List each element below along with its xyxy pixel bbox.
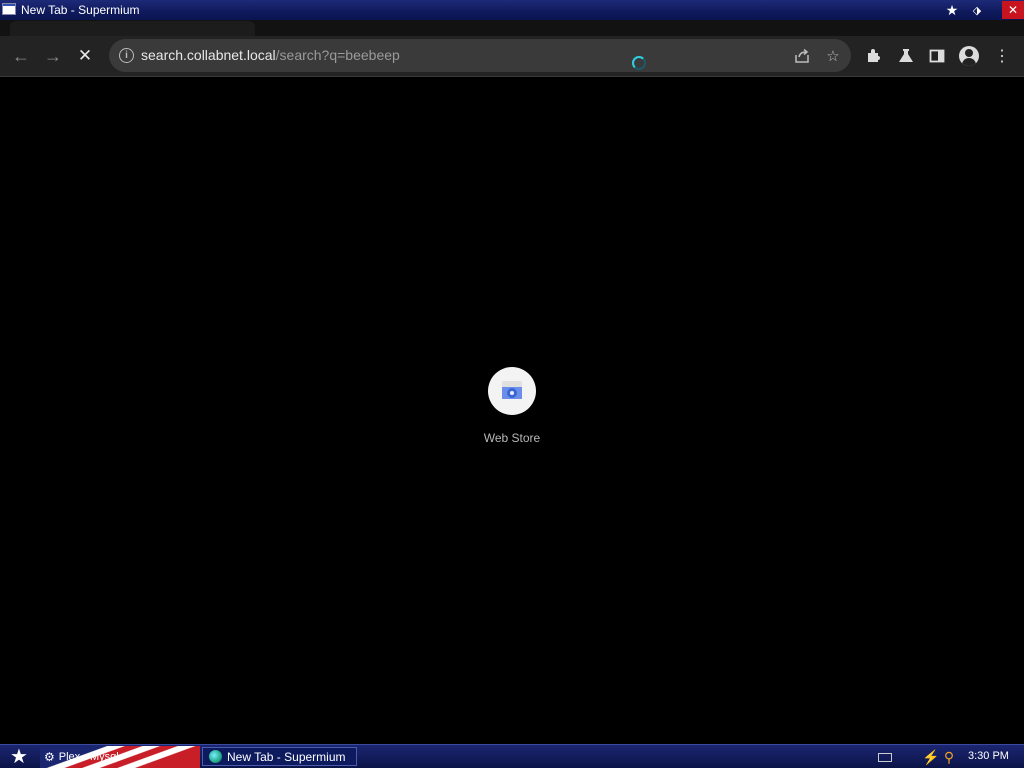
taskbar-item-supermium[interactable]: New Tab - Supermium (202, 747, 357, 766)
profile-button[interactable] (957, 44, 981, 68)
window-titlebar: New Tab - Supermium ★ ⬗ ✕ (0, 0, 1024, 20)
shortcut-label: Web Store (483, 431, 541, 445)
url-text[interactable]: search.collabnet.local/search?q=beebeep (141, 47, 400, 63)
labs-button[interactable] (894, 44, 918, 68)
shortcut-web-store[interactable]: Web Store (472, 367, 552, 445)
site-info-icon[interactable]: i (119, 48, 134, 63)
loading-spinner-icon (632, 56, 646, 70)
extensions-button[interactable] (862, 44, 886, 68)
account-circle-icon (959, 46, 979, 66)
network-icon[interactable]: ⚡ (922, 748, 939, 766)
clock[interactable]: 3:30 PM (968, 750, 1009, 762)
supermium-icon (209, 750, 222, 763)
browser-toolbar: ← → ✕ i search.collabnet.local/search?q=… (0, 36, 1024, 77)
url-path: /search?q=beebeep (275, 47, 400, 63)
os-taskbar: ★ ⚙ Plex - Mysql New Tab - Supermium ⚡ ⚲… (0, 744, 1024, 768)
arrow-right-icon: → (44, 45, 62, 66)
window-app-icon (2, 3, 16, 15)
taskbar-item-label: Plex - Mysql (58, 751, 119, 763)
new-tab-page: Web Store (0, 77, 1024, 744)
forward-button[interactable]: → (41, 44, 65, 68)
share-icon (795, 48, 809, 63)
back-button[interactable]: ← (9, 44, 33, 68)
flask-icon (899, 49, 913, 62)
bookmark-button[interactable]: ☆ (822, 45, 844, 67)
shortcut-tile[interactable] (488, 367, 536, 415)
restore-icon[interactable]: ⬗ (968, 1, 986, 19)
window-title: New Tab - Supermium (21, 3, 140, 17)
taskbar-item-plex[interactable]: ⚙ Plex - Mysql (44, 748, 194, 766)
side-panel-icon (929, 49, 945, 63)
kebab-menu-icon: ⋮ (994, 48, 1010, 65)
close-icon: ✕ (1007, 3, 1019, 17)
star-start-icon: ★ (10, 746, 28, 768)
side-panel-button[interactable] (925, 44, 949, 68)
webstore-icon (502, 381, 522, 399)
close-x-icon: ✕ (77, 46, 93, 65)
address-bar[interactable]: i search.collabnet.local/search?q=beebee… (109, 39, 851, 72)
magnifier-icon[interactable]: ⚲ (941, 748, 957, 766)
taskbar-item-label: New Tab - Supermium (227, 749, 346, 764)
url-host: search.collabnet.local (141, 47, 276, 63)
star-pin-icon[interactable]: ★ (943, 1, 961, 19)
tab-strip (0, 20, 1024, 36)
arrow-left-icon: ← (12, 45, 30, 66)
puzzle-icon (868, 49, 880, 62)
start-button[interactable]: ★ (4, 746, 34, 768)
star-outline-icon: ☆ (826, 48, 840, 65)
menu-button[interactable]: ⋮ (990, 44, 1014, 68)
stop-button[interactable]: ✕ (73, 44, 97, 68)
system-tray: ⚡ ⚲ 3:30 PM (870, 746, 1024, 768)
tab-new-tab[interactable] (10, 21, 255, 36)
close-window-button[interactable]: ✕ (1002, 1, 1024, 19)
app-icon: ⚙ (44, 750, 55, 764)
share-button[interactable] (791, 45, 813, 67)
keyboard-icon[interactable] (878, 753, 892, 762)
